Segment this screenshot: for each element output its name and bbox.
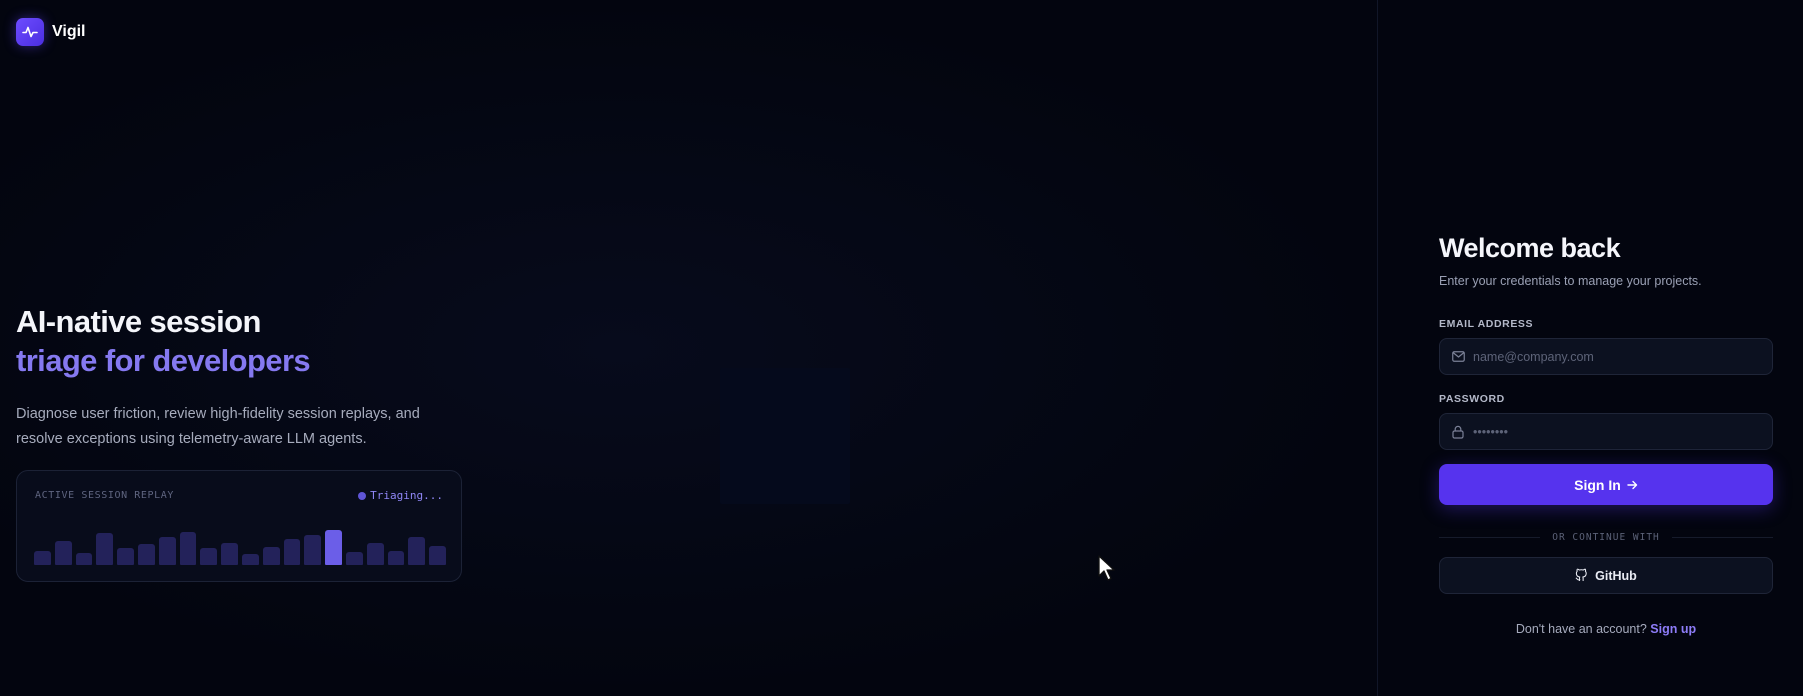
activity-bar bbox=[325, 530, 342, 565]
signup-prompt-text: Don't have an account? bbox=[1515, 622, 1647, 636]
continue-divider: OR CONTINUE WITH bbox=[1439, 532, 1774, 543]
password-field[interactable] bbox=[1473, 424, 1772, 439]
activity-bar bbox=[117, 548, 134, 565]
login-form: Welcome back Enter your credentials to m… bbox=[1439, 230, 1774, 636]
activity-bar bbox=[408, 537, 426, 565]
login-title: Welcome back bbox=[1439, 233, 1621, 263]
password-field-wrapper bbox=[1439, 413, 1773, 450]
divider-line bbox=[1439, 537, 1541, 538]
github-icon bbox=[1575, 568, 1588, 584]
hero-panel: Vigil AI-native session triage for devel… bbox=[0, 0, 1378, 696]
activity-bar bbox=[429, 546, 446, 565]
github-label: GitHub bbox=[1595, 568, 1637, 583]
activity-bar bbox=[241, 554, 259, 565]
brand[interactable]: Vigil bbox=[16, 18, 86, 46]
activity-bar bbox=[304, 535, 322, 565]
session-replay-card: ACTIVE SESSION REPLAY Triaging... bbox=[16, 470, 462, 582]
email-field-wrapper bbox=[1439, 338, 1773, 375]
activity-bar bbox=[387, 551, 405, 565]
arrow-right-icon bbox=[1627, 477, 1638, 493]
triage-status-text: Triaging... bbox=[370, 489, 443, 502]
sign-in-button[interactable]: Sign In bbox=[1439, 464, 1773, 505]
activity-bar bbox=[34, 551, 51, 565]
activity-bar bbox=[158, 537, 176, 565]
activity-bar bbox=[75, 553, 93, 565]
login-page: Vigil AI-native session triage for devel… bbox=[0, 0, 1803, 696]
hero-description: Diagnose user friction, review high-fide… bbox=[16, 406, 420, 447]
lock-icon bbox=[1451, 425, 1465, 439]
divider-text: OR CONTINUE WITH bbox=[1552, 532, 1660, 543]
divider-line bbox=[1671, 537, 1774, 538]
hero-title: AI-native session triage for developers bbox=[16, 302, 311, 380]
activity-bar bbox=[345, 552, 363, 565]
triage-status: Triaging... bbox=[358, 489, 443, 502]
github-button[interactable]: GitHub bbox=[1439, 557, 1773, 594]
signup-prompt: Don't have an account? Sign up bbox=[1439, 622, 1773, 636]
activity-bar bbox=[96, 533, 114, 565]
hero-title-line1: AI-native session bbox=[16, 304, 261, 339]
email-label: EMAIL ADDRESS bbox=[1439, 318, 1534, 330]
sign-in-label: Sign In bbox=[1574, 476, 1621, 493]
login-subtitle: Enter your credentials to manage your pr… bbox=[1439, 274, 1702, 288]
activity-bar bbox=[283, 539, 301, 565]
activity-bar bbox=[179, 532, 197, 565]
mouse-cursor-icon bbox=[1097, 554, 1117, 587]
hero-title-line2: triage for developers bbox=[16, 343, 311, 378]
email-field[interactable] bbox=[1473, 349, 1772, 364]
pulse-icon bbox=[16, 18, 44, 46]
activity-bar bbox=[137, 544, 155, 565]
mail-icon bbox=[1451, 350, 1465, 364]
activity-bar bbox=[200, 548, 218, 565]
sign-up-link[interactable]: Sign up bbox=[1650, 622, 1696, 636]
brand-name: Vigil bbox=[52, 23, 86, 40]
activity-bar bbox=[366, 543, 384, 565]
activity-bar bbox=[262, 547, 280, 565]
login-panel: Welcome back Enter your credentials to m… bbox=[1379, 0, 1803, 696]
activity-bars bbox=[34, 525, 446, 565]
replay-label: ACTIVE SESSION REPLAY bbox=[35, 490, 175, 501]
activity-bar bbox=[221, 543, 238, 565]
background-panel bbox=[720, 368, 850, 504]
password-label: PASSWORD bbox=[1439, 393, 1505, 405]
activity-bar bbox=[54, 541, 72, 565]
status-dot-icon bbox=[358, 491, 367, 500]
